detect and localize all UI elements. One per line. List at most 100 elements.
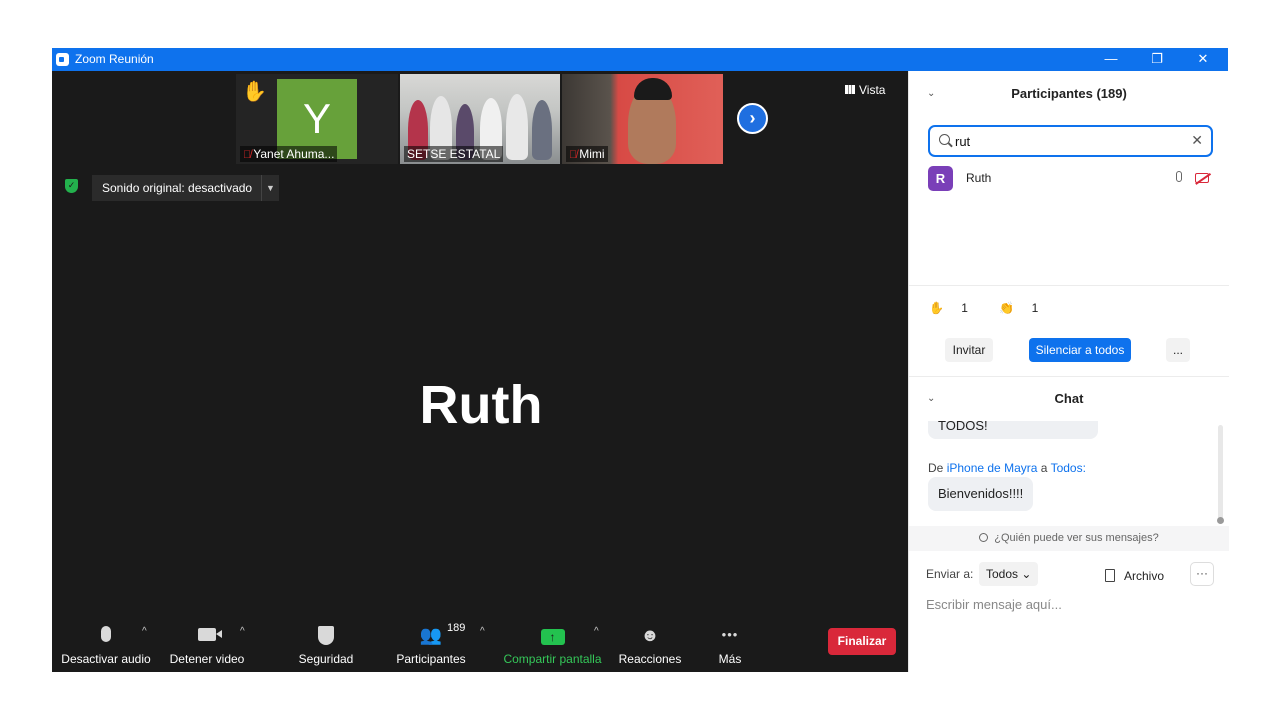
chat-message: TODOS! bbox=[928, 421, 1098, 439]
mute-audio-button[interactable]: ^ Desactivar audio bbox=[60, 616, 152, 672]
chevron-down-icon: ⌄ bbox=[1021, 567, 1032, 581]
smiley-plus-icon: ☻ bbox=[640, 625, 660, 645]
chat-scrollbar[interactable] bbox=[1217, 425, 1224, 524]
file-button[interactable]: Archivo bbox=[1105, 567, 1164, 583]
share-screen-label: Compartir pantalla bbox=[503, 652, 602, 666]
zoom-app-icon bbox=[56, 53, 69, 66]
share-arrow-icon: ↑ bbox=[540, 629, 565, 645]
stop-video-button[interactable]: ^ Detener video bbox=[164, 616, 250, 672]
video-person bbox=[634, 78, 672, 100]
thumbnail-name-text: SETSE ESTATAL bbox=[407, 147, 501, 161]
end-meeting-button[interactable]: Finalizar bbox=[828, 628, 896, 655]
clear-search-icon[interactable]: ✕ bbox=[1191, 132, 1203, 149]
restore-button[interactable]: ❐ bbox=[1134, 48, 1180, 71]
raised-hand-icon: ✋ bbox=[242, 81, 267, 103]
file-label: Archivo bbox=[1124, 569, 1165, 583]
microphone-icon[interactable] bbox=[1176, 171, 1182, 182]
meeting-toolbar: ^ Desactivar audio ^ Detener video Segur… bbox=[52, 616, 908, 672]
share-screen-button[interactable]: ↑ ^ Compartir pantalla bbox=[502, 616, 603, 672]
thumbnail-name-text: Yanet Ahuma... bbox=[253, 147, 335, 161]
close-button[interactable]: ✕ bbox=[1180, 48, 1226, 71]
share-options-caret[interactable]: ^ bbox=[594, 626, 599, 637]
video-person bbox=[532, 100, 552, 160]
view-label: Vista bbox=[859, 83, 886, 97]
raised-hand-count-value: 1 bbox=[961, 301, 968, 315]
thumbnail-name: 🎙̸ Yanet Ahuma... bbox=[240, 146, 338, 162]
chat-title: Chat bbox=[1054, 391, 1084, 406]
muted-mic-icon: 🎙̸ bbox=[243, 149, 252, 161]
stop-video-label: Detener video bbox=[169, 652, 245, 666]
participant-thumbnail[interactable]: 🎙̸ Mimi bbox=[562, 74, 723, 164]
window-title: Zoom Reunión bbox=[75, 52, 154, 66]
title-bar: Zoom Reunión — ❐ ✕ bbox=[52, 48, 1228, 71]
security-label: Seguridad bbox=[298, 652, 354, 666]
participant-search[interactable]: ✕ bbox=[928, 125, 1213, 157]
encryption-shield-icon[interactable]: ✓ bbox=[65, 179, 78, 193]
reactions-label: Reacciones bbox=[618, 652, 682, 666]
sender-name[interactable]: iPhone de Mayra bbox=[947, 461, 1038, 475]
who-can-see-text: ¿Quién puede ver sus mensajes? bbox=[994, 532, 1159, 544]
participants-title: Participantes (189) bbox=[1011, 86, 1127, 101]
next-page-button[interactable]: › bbox=[737, 103, 768, 134]
minimize-button[interactable]: — bbox=[1088, 48, 1134, 71]
active-speaker-text: Ruth bbox=[419, 375, 543, 435]
participant-row[interactable]: R Ruth bbox=[928, 166, 1218, 192]
reactions-button[interactable]: ☻ Reacciones bbox=[615, 616, 685, 672]
message-sender-line: De iPhone de Mayra a Todos: bbox=[928, 461, 1086, 475]
more-button[interactable]: ••• Más bbox=[702, 616, 758, 672]
audio-options-caret[interactable]: ^ bbox=[142, 626, 147, 637]
more-label: Más bbox=[718, 652, 742, 666]
participants-more-button[interactable]: ... bbox=[1166, 338, 1190, 362]
raised-hand-icon: ✋ bbox=[929, 301, 944, 315]
thumbnail-name: 🎙̸ Mimi bbox=[566, 146, 608, 162]
from-connector: a bbox=[1040, 461, 1048, 475]
send-to-value: Todos bbox=[986, 567, 1019, 581]
original-sound-caret[interactable]: ▼ bbox=[261, 175, 279, 201]
clap-icon: 👏 bbox=[999, 301, 1015, 315]
chat-more-button[interactable]: ··· bbox=[1190, 562, 1214, 586]
thumbnail-name: SETSE ESTATAL bbox=[404, 146, 504, 162]
muted-mic-icon: 🎙̸ bbox=[569, 149, 578, 161]
chat-message-input[interactable] bbox=[926, 594, 1216, 614]
chat-message: Bienvenidos!!!! bbox=[928, 477, 1034, 511]
video-person bbox=[506, 94, 528, 160]
video-off-icon[interactable] bbox=[1195, 173, 1209, 183]
chat-messages: TODOS! De iPhone de Mayra a Todos: Bienv… bbox=[909, 421, 1229, 524]
avatar: R bbox=[928, 166, 953, 191]
original-sound-button[interactable]: Sonido original: desactivado bbox=[92, 175, 263, 201]
invite-button[interactable]: Invitar bbox=[945, 338, 993, 362]
participants-count: 189 bbox=[447, 622, 466, 634]
send-to-label: Enviar a: bbox=[926, 567, 974, 581]
raised-hand-count: ✋ 1 bbox=[929, 301, 982, 315]
reaction-counts: ✋ 1 👏 1 bbox=[929, 301, 1066, 315]
search-icon bbox=[939, 134, 950, 145]
grid-icon bbox=[845, 85, 855, 94]
participant-thumbnail[interactable]: ✋ Y 🎙̸ Yanet Ahuma... bbox=[236, 74, 398, 164]
camera-icon bbox=[198, 628, 222, 641]
mute-all-button[interactable]: Silenciar a todos bbox=[1029, 338, 1131, 362]
zoom-window: Zoom Reunión — ❐ ✕ ✋ Y 🎙̸ Yanet Ahuma... … bbox=[52, 48, 1229, 672]
scroll-thumb[interactable] bbox=[1217, 517, 1224, 524]
recipient-name[interactable]: Todos: bbox=[1051, 461, 1086, 475]
divider bbox=[909, 285, 1229, 286]
security-button[interactable]: Seguridad bbox=[290, 616, 362, 672]
shield-icon bbox=[318, 626, 334, 645]
participant-name: Ruth bbox=[966, 171, 992, 185]
clap-count-value: 1 bbox=[1031, 301, 1039, 315]
participants-button[interactable]: 👥 189 ^ Participantes bbox=[392, 616, 484, 672]
search-input[interactable] bbox=[955, 132, 1175, 150]
from-prefix: De bbox=[928, 461, 944, 475]
ellipsis-icon: ••• bbox=[721, 627, 739, 642]
thumbnail-name-text: Mimi bbox=[579, 147, 605, 161]
mute-audio-label: Desactivar audio bbox=[61, 652, 151, 666]
participants-label: Participantes bbox=[396, 652, 466, 666]
send-to-dropdown[interactable]: Todos ⌄ bbox=[979, 562, 1039, 586]
clap-count: 👏 1 bbox=[999, 301, 1052, 315]
who-can-see-link[interactable]: ¿Quién puede ver sus mensajes? bbox=[909, 526, 1229, 551]
participant-thumbnail[interactable]: SETSE ESTATAL bbox=[400, 74, 560, 164]
video-options-caret[interactable]: ^ bbox=[240, 626, 245, 637]
active-speaker-name: Ruth bbox=[52, 374, 908, 436]
view-button[interactable]: Vista bbox=[845, 83, 885, 97]
side-panel: ⌄ Participantes (189) ✕ R Ruth ✋ 1 👏 1 I… bbox=[908, 71, 1229, 672]
participants-caret[interactable]: ^ bbox=[480, 626, 485, 637]
